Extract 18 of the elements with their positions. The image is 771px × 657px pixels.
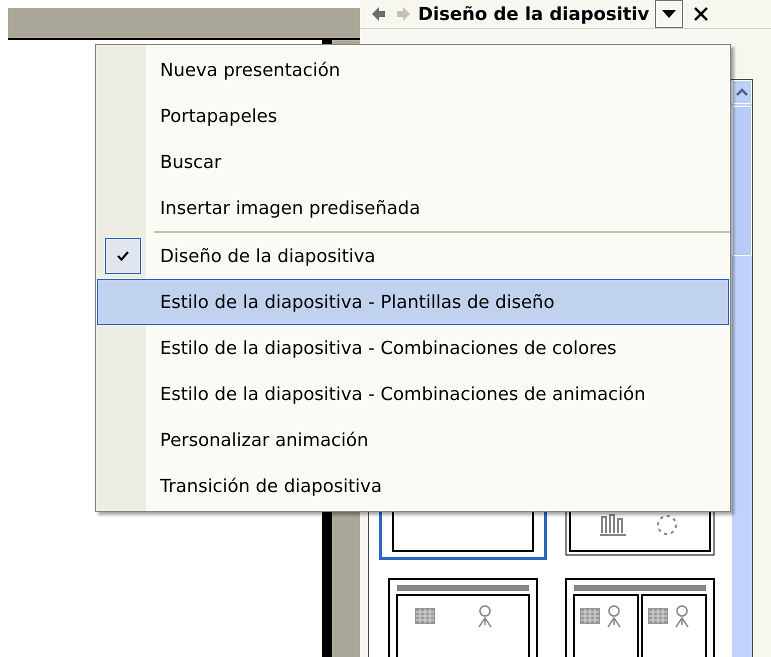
checkmark-icon [105, 238, 141, 274]
menu-item[interactable]: Estilo de la diapositiva - Combinaciones de animación [97, 371, 729, 417]
menu-item[interactable]: Nueva presentación [97, 47, 729, 93]
menu-item[interactable]: Transición de diapositiva [97, 463, 729, 509]
close-icon [694, 7, 708, 21]
scroll-up-icon[interactable] [736, 88, 748, 96]
menu-item[interactable]: Insertar imagen prediseñada [97, 185, 729, 231]
menu-item[interactable]: Buscar [97, 139, 729, 185]
menu-item[interactable]: Portapapeles [97, 93, 729, 139]
menu-item[interactable]: Estilo de la diapositiva - Combinaciones de colores [97, 325, 729, 371]
back-arrow-icon[interactable] [370, 5, 388, 23]
caret-icon [662, 10, 676, 18]
scrollbar[interactable] [732, 80, 752, 657]
menu-item[interactable]: Diseño de la diapositiva [97, 233, 729, 279]
pane-title: Diseño de la diapositiv [418, 2, 650, 26]
menu-item[interactable]: Personalizar animación [97, 417, 729, 463]
menu-item[interactable]: Estilo de la diapositiva - Plantillas de diseño [97, 279, 729, 325]
pane-menu-button[interactable] [655, 0, 684, 28]
